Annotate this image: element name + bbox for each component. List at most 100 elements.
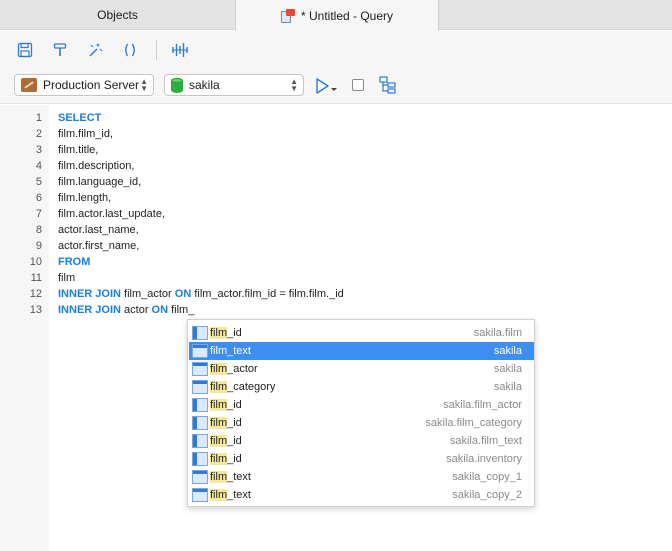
autocomplete-item-owner: sakila.inventory	[446, 453, 522, 465]
autocomplete-item-name: film_id	[210, 435, 242, 447]
database-icon	[171, 77, 183, 93]
sql-text: film_actor.film_id = film.film._id	[191, 288, 344, 300]
code-text: SELECT	[58, 110, 101, 126]
sql-text: actor	[120, 304, 152, 316]
autocomplete-item-owner: sakila	[493, 363, 522, 375]
autocomplete-item-owner: sakila.film_category	[425, 417, 522, 429]
line-number: 5	[35, 176, 42, 188]
autocomplete-item-owner: sakila.film_text	[449, 435, 522, 447]
sql-text: film.length,	[58, 192, 112, 204]
sql-keyword: ON	[151, 304, 169, 316]
parentheses-icon[interactable]	[119, 39, 141, 61]
sql-text: actor.last_name,	[58, 224, 139, 236]
autocomplete-item-name: film_id	[210, 399, 242, 411]
sql-keyword: ON	[174, 288, 192, 300]
query-icon	[280, 8, 295, 23]
sql-text: actor.first_name,	[58, 240, 140, 252]
sql-keyword: FROM	[58, 256, 91, 268]
autocomplete-item-name: film_id	[210, 453, 242, 465]
line-number: 10	[29, 256, 42, 268]
sql-keyword: INNER JOIN	[58, 288, 121, 300]
chevron-updown-icon: ▲ ▼	[290, 77, 298, 93]
line-number: 7	[35, 208, 42, 220]
code-text: film.actor.last_update,	[58, 206, 165, 222]
table-icon	[192, 362, 208, 376]
autocomplete-item[interactable]: film_id sakila.film_actor	[189, 396, 534, 414]
code-text: film.film_id,	[58, 126, 113, 142]
line-number: 9	[35, 240, 42, 252]
autocomplete-item-name: film_actor	[210, 363, 258, 375]
autocomplete-item-owner: sakila_copy_1	[452, 471, 522, 483]
tab-query[interactable]: * Untitled - Query	[235, 0, 439, 31]
autocomplete-item[interactable]: film_id sakila.film	[189, 324, 534, 342]
line-number: 8	[35, 224, 42, 236]
sql-keyword: INNER JOIN	[58, 304, 121, 316]
toolbar-divider	[156, 39, 157, 60]
database-select-value: sakila	[189, 78, 220, 92]
tab-query-label: * Untitled - Query	[300, 8, 394, 23]
table-icon	[192, 488, 208, 502]
server-select[interactable]: Production Server ▲ ▼	[14, 74, 154, 96]
autocomplete-item-name: film_text	[210, 489, 251, 501]
autocomplete-item[interactable]: film_id sakila.film_category	[189, 414, 534, 432]
autocomplete-item[interactable]: film_id sakila.inventory	[189, 450, 534, 468]
autocomplete-item-name: film_category	[210, 381, 276, 393]
autocomplete-item[interactable]: film_id sakila.film_text	[189, 432, 534, 450]
magic-wand-icon[interactable]	[84, 39, 106, 61]
sql-keyword: SELECT	[58, 112, 102, 124]
editor-toolbar	[0, 31, 672, 68]
sql-text: film_	[168, 304, 195, 316]
database-select[interactable]: sakila ▲ ▼	[164, 74, 304, 96]
format-icon[interactable]	[49, 39, 71, 61]
code-text: film.description,	[58, 158, 134, 174]
sql-text: film.title,	[58, 144, 99, 156]
tab-bar: Objects * Untitled - Query	[0, 0, 672, 31]
code-text: film	[58, 270, 75, 286]
run-button[interactable]	[315, 77, 339, 95]
sql-text: film.description,	[58, 160, 135, 172]
match-highlight: film	[210, 327, 228, 339]
table-icon	[192, 344, 208, 358]
autocomplete-item[interactable]: film_text sakila_copy_1	[189, 468, 534, 486]
match-highlight: film	[210, 471, 228, 483]
autocomplete-item-owner: sakila	[493, 345, 522, 357]
save-icon[interactable]	[14, 39, 36, 61]
autocomplete-item[interactable]: film_category sakila	[189, 378, 534, 396]
column-icon	[192, 434, 208, 448]
match-highlight: film	[210, 345, 228, 357]
autocomplete-item[interactable]: film_actor sakila	[189, 360, 534, 378]
connection-toolbar: Production Server ▲ ▼ sakila ▲ ▼	[0, 68, 672, 104]
sql-text: film.language_id,	[58, 176, 142, 188]
autocomplete-item[interactable]: film_text sakila	[189, 342, 534, 360]
line-number: 11	[30, 272, 42, 284]
match-highlight: film	[210, 381, 228, 393]
explain-icon[interactable]	[379, 76, 397, 94]
sql-text: film_actor	[120, 288, 175, 300]
autocomplete-item[interactable]: film_text sakila_copy_2	[189, 486, 534, 504]
code-text: film.title,	[58, 142, 98, 158]
autocomplete-item-name: film_id	[210, 417, 242, 429]
match-highlight: film	[210, 363, 228, 375]
beautify-icon[interactable]	[169, 39, 191, 61]
table-icon	[192, 380, 208, 394]
match-highlight: film	[210, 489, 228, 501]
autocomplete-item-owner: sakila	[493, 381, 522, 393]
server-select-value: Production Server	[43, 78, 140, 92]
line-number: 12	[29, 288, 42, 300]
code-text: FROM	[58, 254, 90, 270]
line-number: 1	[35, 112, 42, 124]
line-number: 13	[29, 304, 42, 316]
autocomplete-item-name: film_id	[210, 327, 242, 339]
column-icon	[192, 398, 208, 412]
code-text: film.language_id,	[58, 174, 141, 190]
chevron-updown-icon: ▲ ▼	[140, 77, 148, 93]
code-text: actor.first_name,	[58, 238, 139, 254]
autocomplete-item-name: film_text	[210, 471, 251, 483]
column-icon	[192, 326, 208, 340]
tab-objects[interactable]: Objects	[0, 0, 235, 30]
match-highlight: film	[210, 399, 228, 411]
line-number: 2	[35, 128, 42, 140]
autocomplete-popup: film_id sakila.film film_text sakila film_ac…	[187, 319, 535, 507]
stop-button[interactable]	[352, 79, 364, 91]
sql-text: film	[58, 272, 76, 284]
